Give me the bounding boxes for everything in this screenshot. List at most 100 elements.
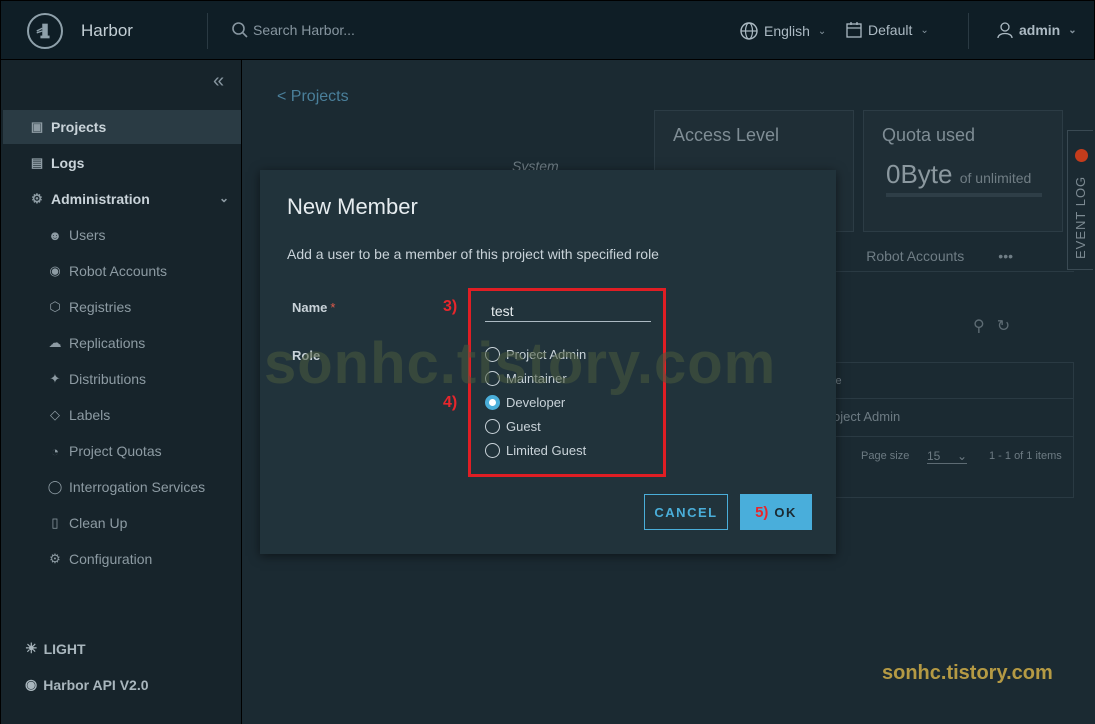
sidebar-item-logs[interactable]: ▤ Logs	[3, 146, 241, 180]
chevron-down-icon: ⌄	[817, 25, 827, 37]
event-log-tab[interactable]: EVENT LOG	[1067, 130, 1093, 270]
sidebar-item-administration[interactable]: ⚙ Administration ⌄	[3, 182, 241, 216]
search-icon	[232, 22, 248, 38]
shield-icon: ◯	[47, 479, 63, 494]
table-footer: Page size 15 ⌄ 1 - 1 of 1 items	[803, 437, 1073, 475]
sidebar-item-label: Projects	[51, 119, 107, 135]
members-table: le oject Admin Page size 15 ⌄ 1 - 1 of 1…	[802, 362, 1074, 498]
event-log-badge	[1075, 149, 1088, 162]
theme-toggle[interactable]: ☀ LIGHT	[25, 640, 86, 657]
robot-icon: ◉	[49, 263, 61, 278]
theme-selector[interactable]: Default ⌄	[845, 21, 929, 39]
app-title[interactable]: Harbor	[81, 21, 133, 41]
card-title: Quota used	[882, 125, 976, 145]
page-size-select[interactable]: 15 ⌄	[927, 449, 967, 464]
back-to-projects-link[interactable]: < Projects	[277, 88, 349, 106]
sidebar-item-configuration[interactable]: ⚙ Configuration	[3, 542, 241, 576]
table-header: le	[803, 363, 1073, 399]
header-divider	[207, 13, 208, 49]
search-icon[interactable]: ⚲	[973, 316, 985, 336]
tab-more[interactable]: •••	[998, 248, 1013, 264]
tab-robot-accounts[interactable]: Robot Accounts	[866, 248, 964, 264]
registries-icon: ⬡	[49, 299, 61, 314]
projects-icon: ▣	[30, 119, 44, 134]
top-header: Harbor Search Harbor... English ⌄ Defaul…	[0, 0, 1095, 60]
sidebar: « ▣ Projects ▤ Logs ⚙ Administration ⌄ ☻…	[0, 60, 242, 724]
sidebar-item-interrogation-services[interactable]: ◯ Interrogation Services	[3, 470, 241, 504]
project-tabs: licy Robot Accounts •••	[812, 248, 1013, 264]
user-menu[interactable]: admin ⌄	[996, 21, 1077, 39]
quota-progress-bar	[886, 193, 1042, 197]
sidebar-item-label: Administration	[51, 191, 150, 207]
step-3-annotation: 3)	[443, 298, 458, 315]
sidebar-item-label: Distributions	[69, 371, 147, 387]
name-label: Name *	[292, 300, 335, 315]
language-label: English	[764, 23, 810, 39]
theme-label: Default	[868, 22, 913, 38]
sidebar-item-replications[interactable]: ☁ Replications	[3, 326, 241, 360]
search-placeholder[interactable]: Search Harbor...	[253, 22, 355, 38]
table-actions: ⚲ ↻	[973, 316, 1010, 336]
sidebar-item-clean-up[interactable]: ▯ Clean Up	[3, 506, 241, 540]
ok-button[interactable]: 5) OK	[740, 494, 812, 530]
sidebar-item-label: Clean Up	[69, 515, 128, 531]
card-title: Access Level	[673, 125, 780, 145]
watermark-small: sonhc.tistory.com	[882, 662, 1053, 684]
chevron-down-icon: ⌄	[956, 449, 967, 463]
labels-icon: ◇	[50, 407, 60, 422]
sidebar-item-project-quotas[interactable]: ◔ Project Quotas	[3, 434, 241, 468]
sidebar-item-label: Users	[69, 227, 106, 243]
administration-icon: ⚙	[31, 191, 43, 206]
event-log-label: EVENT LOG	[1073, 175, 1088, 259]
sidebar-item-label: Labels	[69, 407, 111, 423]
sidebar-item-users[interactable]: ☻ Users	[3, 218, 241, 252]
page-size-value: 15	[927, 449, 941, 463]
table-row[interactable]: oject Admin	[803, 399, 1073, 437]
header-divider	[968, 13, 969, 49]
replications-icon: ☁	[48, 335, 62, 350]
language-selector[interactable]: English ⌄	[739, 21, 826, 41]
global-search[interactable]: Search Harbor...	[231, 21, 355, 39]
quota-amount: 0Byte	[886, 159, 953, 189]
sidebar-item-label: Robot Accounts	[69, 263, 168, 279]
sun-icon: ☀	[25, 640, 38, 656]
name-label-text: Name	[292, 300, 328, 315]
chevron-down-icon: ⌄	[1068, 24, 1077, 36]
calendar-icon	[846, 22, 862, 38]
sidebar-item-registries[interactable]: ⬡ Registries	[3, 290, 241, 324]
sidebar-item-labels[interactable]: ◇ Labels	[3, 398, 241, 432]
api-link[interactable]: ◉ Harbor API V2.0	[25, 676, 149, 693]
harbor-logo-icon[interactable]	[27, 13, 63, 49]
step-5-annotation: 5)	[755, 503, 769, 521]
sidebar-item-label: Project Quotas	[69, 443, 162, 459]
ok-label: OK	[774, 504, 797, 520]
user-icon	[997, 22, 1013, 39]
refresh-icon[interactable]: ↻	[997, 316, 1010, 336]
sidebar-item-projects[interactable]: ▣ Projects	[3, 110, 241, 144]
quota-suffix: of unlimited	[959, 170, 1032, 186]
watermark-large: sonhc.tistory.com	[264, 331, 777, 396]
theme-toggle-label: LIGHT	[43, 640, 86, 657]
sidebar-item-label: Registries	[69, 299, 132, 315]
chevron-down-icon: ⌄	[920, 24, 929, 36]
distributions-icon: ✦	[49, 371, 61, 386]
api-icon: ◉	[25, 676, 38, 692]
dialog-title: New Member	[287, 194, 418, 219]
items-count: 1 - 1 of 1 items	[989, 450, 1062, 462]
cancel-button[interactable]: CANCEL	[644, 494, 728, 530]
api-link-label: Harbor API V2.0	[43, 676, 149, 693]
required-marker: *	[330, 300, 336, 315]
chevron-down-icon: ⌄	[218, 191, 229, 205]
sidebar-item-label: Replications	[69, 335, 146, 351]
page-size-label: Page size	[861, 450, 910, 462]
quota-value: 0Byte of unlimited	[886, 159, 1031, 190]
sidebar-item-robot-accounts[interactable]: ◉ Robot Accounts	[3, 254, 241, 288]
collapse-sidebar-icon[interactable]: «	[213, 70, 224, 93]
globe-icon	[740, 22, 758, 40]
gear-icon: ⚙	[49, 551, 61, 566]
sidebar-item-distributions[interactable]: ✦ Distributions	[3, 362, 241, 396]
quota-card: Quota used 0Byte of unlimited	[863, 110, 1063, 232]
user-name: admin	[1019, 22, 1061, 38]
trash-icon: ▯	[51, 515, 59, 530]
sidebar-item-label: Interrogation Services	[69, 479, 206, 495]
